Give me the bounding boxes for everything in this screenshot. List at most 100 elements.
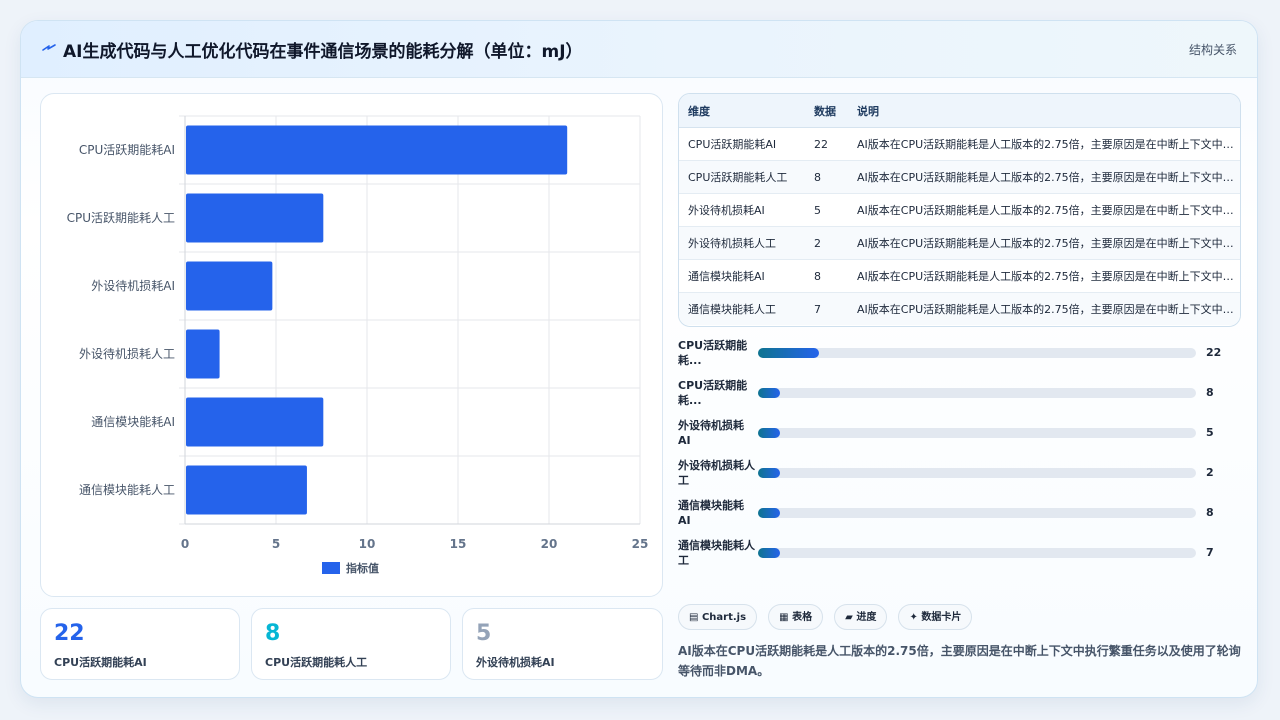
tech-tags: ▤ Chart.js ▦ 表格 ▰ 进度 ✦ 数据卡片 [678, 604, 978, 632]
progress-label: CPU活跃期能耗... [678, 379, 748, 407]
table-cell-dimension: CPU活跃期能耗人工 [679, 160, 805, 194]
progress-row-2: 外设待机损耗AI 5 [678, 418, 1241, 452]
table-cell-description: AI版本在CPU活跃期能耗是人工版本的2.75倍，主要原因是在中断上下文中执行繁… [848, 160, 1240, 194]
stat-label-1: CPU活跃期能耗人工 [265, 656, 368, 669]
progress-track [758, 388, 1196, 398]
progress-value: 5 [1206, 426, 1214, 439]
progress-value: 22 [1206, 346, 1222, 359]
progress-label: 通信模块能耗AI [678, 499, 744, 527]
bar-chart-panel: 0 5 10 15 20 25 CPU活跃期能耗AI CPU活跃期能耗人工外设待机损耗AI 外设… [40, 93, 663, 597]
table-cell-data: 22 [805, 127, 848, 161]
summary-description: AI版本在CPU活跃期能耗是人工版本的2.75倍，主要原因是在中断上下文中执行繁… [678, 644, 1241, 678]
progress-value: 2 [1206, 466, 1214, 479]
progress-fill [758, 548, 780, 558]
y-tick-label: 通信模块能耗人工 [79, 483, 175, 497]
progress-fill [758, 348, 820, 358]
table-cell-data: 2 [805, 226, 848, 260]
stat-label-0: CPU活跃期能耗AI [54, 656, 147, 669]
progress-icon: ▰ [845, 612, 853, 623]
y-tick-label: CPU活跃期能耗人工 [67, 211, 175, 225]
tag-chartjs[interactable]: ▤ Chart.js [678, 604, 758, 630]
stat-card-2: 5 外设待机损耗AI [462, 608, 663, 680]
progress-fill [758, 428, 780, 438]
legend-label: 指标值 [346, 561, 379, 575]
table-cell-data: 8 [805, 160, 848, 194]
table-cell-data: 5 [805, 193, 848, 227]
stat-value-0: 22 [54, 621, 85, 646]
table-cell-description: AI版本在CPU活跃期能耗是人工版本的2.75倍，主要原因是在中断上下文中执行繁… [848, 127, 1240, 161]
structure-label[interactable]: 结构关系 [1189, 41, 1237, 58]
x-tick-label: 10 [359, 537, 376, 551]
progress-value: 8 [1206, 386, 1214, 399]
progress-row-4: 通信模块能耗AI 8 [678, 498, 1241, 532]
bar [186, 329, 220, 379]
progress-value: 8 [1206, 506, 1214, 519]
table-icon: ▦ [779, 612, 789, 623]
table-cell-description: AI版本在CPU活跃期能耗是人工版本的2.75倍，主要原因是在中断上下文中执行繁… [848, 193, 1240, 227]
progress-label: 通信模块能耗人工 [678, 539, 755, 567]
table-header-dimension: 维度 [679, 94, 805, 128]
x-tick-label: 5 [272, 537, 280, 551]
table-cell-dimension: CPU活跃期能耗AI [679, 127, 805, 161]
table-row: 外设待机损耗AI 5 AI版本在CPU活跃期能耗是人工版本的2.75倍，主要原因… [679, 193, 1240, 227]
progress-fill [758, 508, 780, 518]
table-row: 通信模块能耗人工 7 AI版本在CPU活跃期能耗是人工版本的2.75倍，主要原因… [679, 292, 1240, 325]
tag-label: Chart.js [701, 612, 747, 623]
stat-card-1: 8 CPU活跃期能耗人工 [251, 608, 451, 680]
page-title: AI生成代码与人工优化代码在事件通信场景的能耗分解（单位：mJ） [63, 42, 583, 62]
progress-label: CPU活跃期能耗... [678, 339, 748, 367]
y-tick-label: 外设待机损耗人工 [79, 347, 175, 361]
bolt-icon [42, 44, 56, 51]
table-row: CPU活跃期能耗人工 8 AI版本在CPU活跃期能耗是人工版本的2.75倍，主要… [679, 160, 1240, 194]
table-row: 外设待机损耗人工 2 AI版本在CPU活跃期能耗是人工版本的2.75倍，主要原因… [679, 226, 1240, 260]
progress-row-0: CPU活跃期能耗... 22 [678, 338, 1241, 372]
data-table: 维度 数据 说明 CPU活跃期能耗AI 22 AI版本在CPU活跃期能耗是人工版… [679, 94, 1240, 325]
tag-data-cards[interactable]: ✦ 数据卡片 [898, 604, 973, 630]
table-header-row: 维度 数据 说明 [679, 94, 1240, 128]
table-row: CPU活跃期能耗AI 22 AI版本在CPU活跃期能耗是人工版本的2.75倍，主… [679, 127, 1240, 161]
table-cell-data: 7 [805, 292, 848, 325]
stat-value-1: 8 [265, 621, 281, 646]
sparkle-icon: ✦ [909, 612, 918, 623]
data-table-panel: 维度 数据 说明 CPU活跃期能耗AI 22 AI版本在CPU活跃期能耗是人工版… [678, 93, 1241, 327]
legend-swatch [322, 562, 340, 574]
chart-icon: ▤ [689, 612, 699, 623]
x-tick-label: 25 [632, 537, 649, 551]
table-cell-dimension: 通信模块能耗人工 [679, 292, 805, 325]
tag-progress[interactable]: ▰ 进度 [834, 604, 888, 630]
tag-label: 数据卡片 [921, 612, 962, 623]
y-tick-label: CPU活跃期能耗AI [79, 143, 175, 157]
bar-chart: 0 5 10 15 20 25 CPU活跃期能耗AI CPU活跃期能耗人工外设待机损耗AI 外设… [67, 115, 649, 575]
progress-track [758, 468, 1196, 478]
stat-value-2: 5 [476, 621, 492, 646]
tag-table[interactable]: ▦ 表格 [768, 604, 824, 630]
x-tick-label: 20 [541, 537, 558, 551]
table-header-description: 说明 [848, 94, 1240, 128]
progress-track [758, 548, 1196, 558]
y-tick-label: 外设待机损耗AI [91, 279, 175, 293]
tag-label: 进度 [856, 612, 877, 623]
dashboard-card: AI生成代码与人工优化代码在事件通信场景的能耗分解（单位：mJ） 结构关系 0 5… [20, 20, 1258, 698]
tag-label: 表格 [792, 612, 813, 623]
table-cell-description: AI版本在CPU活跃期能耗是人工版本的2.75倍，主要原因是在中断上下文中执行繁… [848, 226, 1240, 260]
table-cell-description: AI版本在CPU活跃期能耗是人工版本的2.75倍，主要原因是在中断上下文中执行繁… [848, 259, 1240, 293]
card-header: AI生成代码与人工优化代码在事件通信场景的能耗分解（单位：mJ） 结构关系 [21, 21, 1257, 78]
x-tick-label: 0 [181, 537, 189, 551]
x-tick-label: 15 [450, 537, 467, 551]
progress-fill [758, 388, 780, 398]
progress-fill [758, 468, 780, 478]
bar [186, 125, 568, 175]
progress-track [758, 508, 1196, 518]
progress-label: 外设待机损耗AI [678, 419, 744, 447]
table-header-data: 数据 [805, 94, 848, 128]
stat-label-2: 外设待机损耗AI [476, 656, 555, 669]
bar [186, 397, 324, 447]
y-tick-label: 通信模块能耗AI [91, 415, 175, 429]
progress-row-1: CPU活跃期能耗... 8 [678, 378, 1241, 412]
stat-card-0: 22 CPU活跃期能耗AI [40, 608, 240, 680]
progress-track [758, 428, 1196, 438]
table-row: 通信模块能耗AI 8 AI版本在CPU活跃期能耗是人工版本的2.75倍，主要原因… [679, 259, 1240, 293]
progress-value: 7 [1206, 546, 1214, 559]
table-cell-dimension: 外设待机损耗人工 [679, 226, 805, 260]
progress-label: 外设待机损耗人工 [678, 459, 755, 487]
